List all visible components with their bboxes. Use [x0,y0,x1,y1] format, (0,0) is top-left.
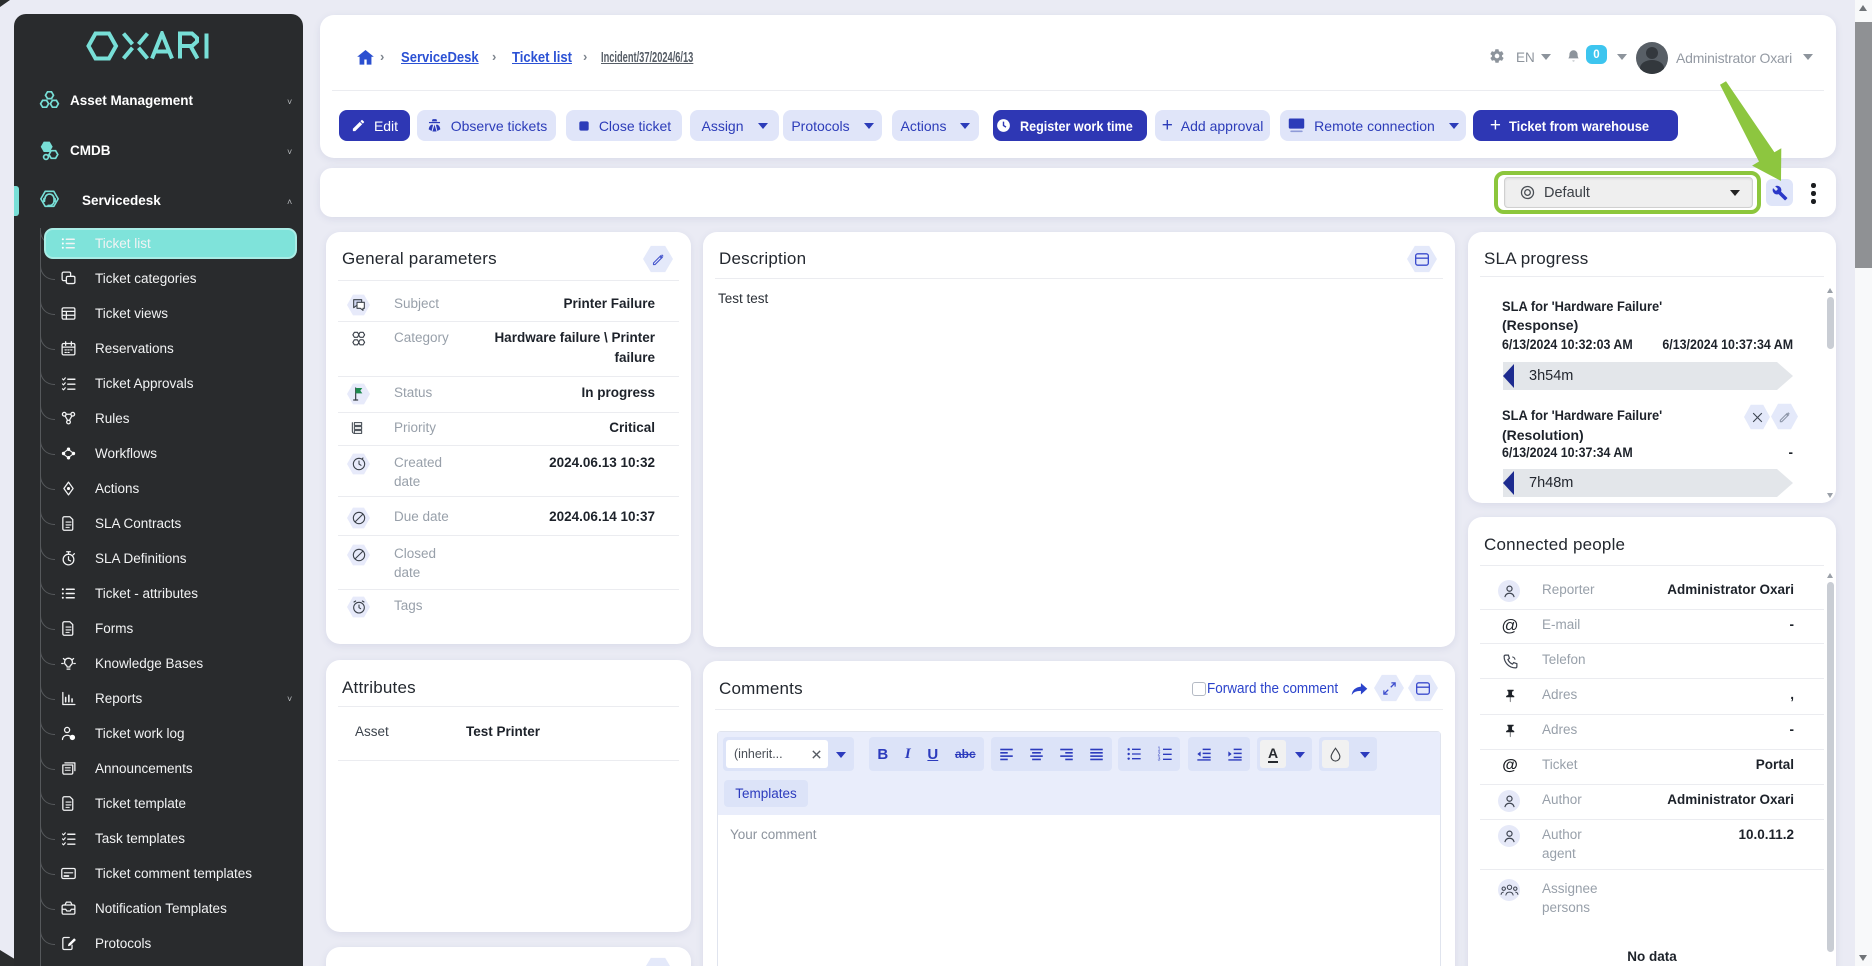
svg-text:3: 3 [1157,757,1160,762]
